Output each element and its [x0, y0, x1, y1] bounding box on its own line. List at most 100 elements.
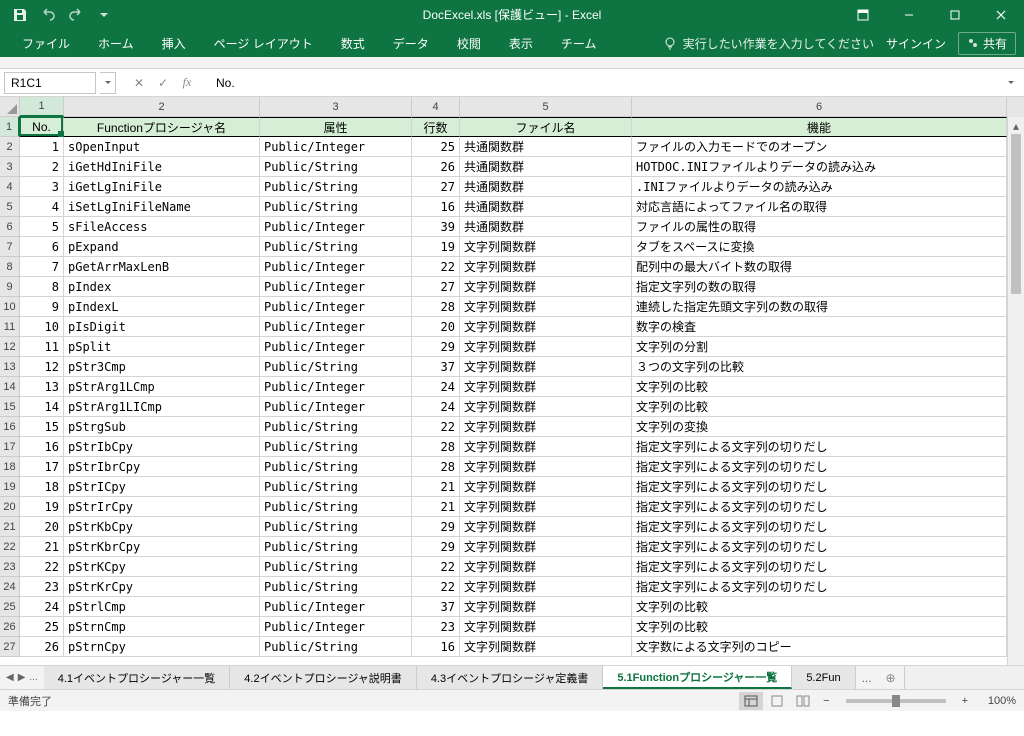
cell[interactable]: 文字列の変換: [632, 417, 1007, 437]
cell[interactable]: pStrArg1LCmp: [64, 377, 260, 397]
table-header-cell[interactable]: 属性: [260, 117, 412, 137]
cell[interactable]: 6: [20, 237, 64, 257]
cell[interactable]: 指定文字列による文字列の切りだし: [632, 537, 1007, 557]
cell[interactable]: Public/Integer: [260, 337, 412, 357]
enter-formula-button[interactable]: ✓: [152, 72, 174, 94]
cell[interactable]: 21: [412, 477, 460, 497]
cell[interactable]: 27: [412, 277, 460, 297]
cell[interactable]: pSplit: [64, 337, 260, 357]
row-header[interactable]: 5: [0, 197, 20, 217]
cell[interactable]: 文字列関数群: [460, 237, 632, 257]
share-button[interactable]: 共有: [958, 32, 1016, 55]
cell[interactable]: 連続した指定先頭文字列の数の取得: [632, 297, 1007, 317]
cell[interactable]: 文字列関数群: [460, 437, 632, 457]
table-header-cell[interactable]: 行数: [412, 117, 460, 137]
sheet-tab[interactable]: 4.2イベントプロシージャ説明書: [230, 666, 417, 689]
cell[interactable]: Public/Integer: [260, 217, 412, 237]
cell[interactable]: pStrIbCpy: [64, 437, 260, 457]
zoom-slider[interactable]: [846, 699, 946, 703]
cell[interactable]: 25: [412, 137, 460, 157]
cell[interactable]: 文字列関数群: [460, 537, 632, 557]
cell[interactable]: pStrArg1LICmp: [64, 397, 260, 417]
cell[interactable]: 指定文字列の数の取得: [632, 277, 1007, 297]
cell[interactable]: 22: [412, 557, 460, 577]
cell[interactable]: タブをスペースに変換: [632, 237, 1007, 257]
row-header[interactable]: 24: [0, 577, 20, 597]
table-header-cell[interactable]: No.: [20, 117, 64, 137]
cell[interactable]: 共通関数群: [460, 157, 632, 177]
ribbon-tab-5[interactable]: データ: [379, 29, 443, 57]
col-header[interactable]: 5: [460, 97, 632, 117]
sheet-tab[interactable]: 4.3イベントプロシージャ定義書: [417, 666, 604, 689]
cell[interactable]: Public/String: [260, 357, 412, 377]
cell[interactable]: Public/String: [260, 237, 412, 257]
cell[interactable]: Public/String: [260, 437, 412, 457]
cell[interactable]: 文字列関数群: [460, 417, 632, 437]
row-header[interactable]: 11: [0, 317, 20, 337]
cell[interactable]: pStrKbCpy: [64, 517, 260, 537]
row-header[interactable]: 3: [0, 157, 20, 177]
cell[interactable]: 文字列関数群: [460, 497, 632, 517]
row-header[interactable]: 13: [0, 357, 20, 377]
cell[interactable]: 24: [20, 597, 64, 617]
cell[interactable]: 指定文字列による文字列の切りだし: [632, 477, 1007, 497]
cell[interactable]: 指定文字列による文字列の切りだし: [632, 457, 1007, 477]
cell[interactable]: 23: [412, 617, 460, 637]
row-header[interactable]: 10: [0, 297, 20, 317]
cell[interactable]: 共通関数群: [460, 197, 632, 217]
scroll-up-button[interactable]: ▴: [1008, 117, 1024, 134]
cell[interactable]: 文字列関数群: [460, 297, 632, 317]
cell[interactable]: 8: [20, 277, 64, 297]
table-header-cell[interactable]: Functionプロシージャ名: [64, 117, 260, 137]
cell[interactable]: 1: [20, 137, 64, 157]
table-header-cell[interactable]: 機能: [632, 117, 1007, 137]
cell[interactable]: 27: [412, 177, 460, 197]
cell[interactable]: 9: [20, 297, 64, 317]
cell[interactable]: 配列中の最大バイト数の取得: [632, 257, 1007, 277]
cell[interactable]: Public/Integer: [260, 277, 412, 297]
cell[interactable]: pStrKCpy: [64, 557, 260, 577]
cell[interactable]: 19: [412, 237, 460, 257]
cell[interactable]: 指定文字列による文字列の切りだし: [632, 437, 1007, 457]
tab-nav-more-next[interactable]: ...: [856, 666, 878, 689]
cell[interactable]: 指定文字列による文字列の切りだし: [632, 497, 1007, 517]
cell[interactable]: 文字列の比較: [632, 377, 1007, 397]
cancel-formula-button[interactable]: ✕: [128, 72, 150, 94]
cell[interactable]: pIsDigit: [64, 317, 260, 337]
ribbon-tab-8[interactable]: チーム: [547, 29, 611, 57]
row-header[interactable]: 19: [0, 477, 20, 497]
maximize-button[interactable]: [932, 0, 978, 29]
fx-button[interactable]: fx: [176, 72, 198, 94]
cell[interactable]: Public/String: [260, 477, 412, 497]
minimize-button[interactable]: [886, 0, 932, 29]
cell[interactable]: 指定文字列による文字列の切りだし: [632, 557, 1007, 577]
cell[interactable]: 7: [20, 257, 64, 277]
cell[interactable]: 指定文字列による文字列の切りだし: [632, 577, 1007, 597]
cell[interactable]: 22: [412, 417, 460, 437]
cell[interactable]: 37: [412, 357, 460, 377]
sheet-tab[interactable]: 4.1イベントプロシージャー一覧: [44, 666, 231, 689]
new-sheet-button[interactable]: ⊕: [878, 666, 904, 689]
cell[interactable]: 22: [412, 577, 460, 597]
cell[interactable]: 12: [20, 357, 64, 377]
cell[interactable]: 文字列関数群: [460, 557, 632, 577]
col-header[interactable]: 4: [412, 97, 460, 117]
cell[interactable]: 15: [20, 417, 64, 437]
cell[interactable]: 文字列の比較: [632, 397, 1007, 417]
tab-nav-next[interactable]: ▶: [18, 672, 26, 683]
horizontal-scrollbar[interactable]: [904, 666, 1024, 689]
ribbon-display-button[interactable]: [840, 0, 886, 29]
cell[interactable]: 文字列関数群: [460, 477, 632, 497]
cell[interactable]: pStrnCmp: [64, 617, 260, 637]
cell[interactable]: ファイルの入力モードでのオープン: [632, 137, 1007, 157]
cell[interactable]: 37: [412, 597, 460, 617]
vertical-scrollbar[interactable]: ▴: [1007, 117, 1024, 665]
cell[interactable]: Public/Integer: [260, 377, 412, 397]
name-box-dropdown[interactable]: [100, 72, 116, 94]
cell[interactable]: 文字列関数群: [460, 397, 632, 417]
cell[interactable]: pStrnCpy: [64, 637, 260, 657]
cell[interactable]: 24: [412, 397, 460, 417]
cell[interactable]: pStrIbrCpy: [64, 457, 260, 477]
row-header[interactable]: 16: [0, 417, 20, 437]
close-button[interactable]: [978, 0, 1024, 29]
